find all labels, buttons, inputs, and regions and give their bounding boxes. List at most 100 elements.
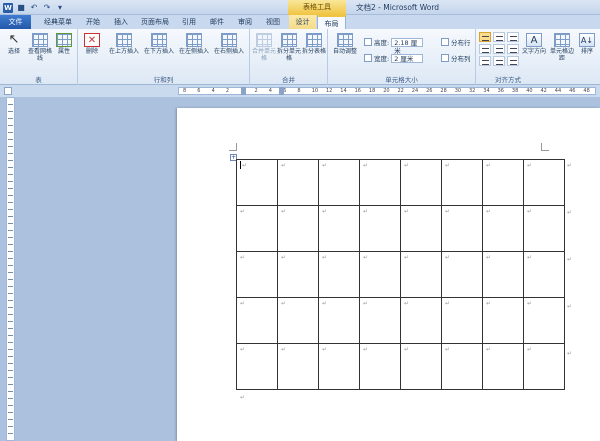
- undo-icon[interactable]: ↶: [29, 3, 39, 13]
- table-cell[interactable]: ↵: [482, 159, 524, 206]
- table-cell[interactable]: ↵: [400, 251, 442, 298]
- table-cell[interactable]: ↵: [277, 205, 319, 252]
- table-cell[interactable]: ↵: [400, 205, 442, 252]
- table-cell[interactable]: ↵: [277, 297, 319, 344]
- cell-paragraph-mark: ↵: [240, 346, 246, 353]
- table-cell[interactable]: ↵: [359, 159, 401, 206]
- table-cell[interactable]: ↵: [441, 251, 483, 298]
- save-icon[interactable]: ■: [16, 3, 26, 13]
- tab-page-layout[interactable]: 页面布局: [136, 15, 174, 29]
- align-top-right-icon[interactable]: [507, 32, 519, 42]
- table-cell[interactable]: ↵: [236, 297, 278, 344]
- text-direction-button[interactable]: A 文字方向: [520, 33, 548, 55]
- tab-classic-menu[interactable]: 经典菜单: [38, 15, 78, 29]
- table-cell[interactable]: ↵: [482, 205, 524, 252]
- table-cell[interactable]: ↵: [318, 205, 360, 252]
- align-top-center-icon[interactable]: [493, 32, 505, 42]
- ruler-tick: 22: [397, 88, 404, 94]
- table-cell[interactable]: ↵: [523, 205, 565, 252]
- properties-button[interactable]: 属性: [54, 33, 74, 55]
- table-cell[interactable]: ↵: [236, 205, 278, 252]
- table-cell[interactable]: ↵: [318, 251, 360, 298]
- table-cell[interactable]: ↵: [523, 297, 565, 344]
- height-spinner[interactable]: 2.18 厘米: [391, 37, 424, 55]
- table-cell[interactable]: ↵: [400, 159, 442, 206]
- redo-icon[interactable]: ↷: [42, 3, 52, 13]
- insert-below-button[interactable]: 在下方插入: [142, 33, 176, 55]
- table-cell[interactable]: ↵: [441, 159, 483, 206]
- insert-right-button[interactable]: 在右侧插入: [212, 33, 246, 55]
- ruler-tick: [8, 398, 13, 399]
- insert-above-button[interactable]: 在上方插入: [107, 33, 141, 55]
- align-bottom-left-icon[interactable]: [479, 56, 491, 66]
- customize-icon[interactable]: ▾: [55, 3, 65, 13]
- table-cell[interactable]: ↵: [523, 159, 565, 206]
- table-cell[interactable]: ↵: [318, 297, 360, 344]
- ruler-marker[interactable]: [241, 87, 246, 95]
- table-cell[interactable]: ↵: [400, 297, 442, 344]
- table-cell[interactable]: ↵: [359, 297, 401, 344]
- delete-button[interactable]: ✕ 删除: [82, 33, 102, 55]
- table-cell[interactable]: ↵: [359, 205, 401, 252]
- width-row: 宽度: 2 厘米: [364, 53, 424, 63]
- ruler-tick: [8, 244, 13, 245]
- insert-left-button[interactable]: 在左侧插入: [177, 33, 211, 55]
- tab-mailings[interactable]: 邮件: [204, 15, 230, 29]
- table-cell[interactable]: ↵: [523, 343, 565, 390]
- table-cell[interactable]: ↵: [482, 251, 524, 298]
- ruler-tick: [8, 195, 13, 196]
- tab-references[interactable]: 引用: [176, 15, 202, 29]
- table-cell[interactable]: ↵: [236, 343, 278, 390]
- merge-cells-button[interactable]: 合并单元格: [252, 33, 276, 62]
- group-label-merge: 合并: [282, 76, 295, 84]
- tab-design[interactable]: 设计: [289, 15, 316, 29]
- width-spinner[interactable]: 2 厘米: [391, 53, 424, 63]
- split-table-button[interactable]: 拆分表格: [302, 33, 326, 55]
- tab-review[interactable]: 审阅: [232, 15, 258, 29]
- tab-view[interactable]: 视图: [260, 15, 286, 29]
- horizontal-ruler[interactable]: 8 6 4 2 2 4 6 8 10 12 14 16 18 20 22 24 26 28 30 32 34 36 38 40…: [178, 87, 596, 95]
- table-cell[interactable]: ↵: [441, 205, 483, 252]
- table-cell[interactable]: ↵: [277, 159, 319, 206]
- document-table[interactable]: ↵ ↵ ↵ ↵ ↵ ↵ ↵ ↵ ↵ ↵ ↵ ↵ ↵ ↵ ↵ ↵ ↵ ↵ ↵ ↵ ↵ ↵ ↵ ↵ ↵ ↵ ↵ ↵ ↵ ↵ ↵ ↵ ↵ ↵ ↵ ↵ ↵ ↵ ↵ ↵: [236, 159, 565, 390]
- distribute-rows-button[interactable]: 分布行: [441, 37, 471, 47]
- table-cell[interactable]: ↵: [523, 251, 565, 298]
- table-cell[interactable]: ↵: [359, 251, 401, 298]
- table-cell[interactable]: ↵: [359, 343, 401, 390]
- split-cells-button[interactable]: 拆分单元格: [277, 33, 301, 62]
- tab-selector-icon[interactable]: [4, 87, 12, 95]
- align-bottom-center-icon[interactable]: [493, 56, 505, 66]
- table-cell[interactable]: ↵: [318, 343, 360, 390]
- distribute-cols-button[interactable]: 分布列: [441, 53, 471, 63]
- table-cell[interactable]: ↵: [318, 159, 360, 206]
- table-cell[interactable]: ↵: [482, 343, 524, 390]
- word-app-icon[interactable]: W: [3, 2, 13, 13]
- vertical-ruler[interactable]: [6, 97, 15, 441]
- split-cells-label: 拆分单元格: [277, 48, 302, 62]
- select-button[interactable]: ↖ 选择: [3, 33, 25, 56]
- cell-margins-label: 单元格边距: [549, 48, 574, 62]
- align-bottom-right-icon[interactable]: [507, 56, 519, 66]
- table-cell[interactable]: ↵: [441, 297, 483, 344]
- table-cell[interactable]: ↵: [441, 343, 483, 390]
- table-cell[interactable]: ↵: [236, 251, 278, 298]
- tab-insert[interactable]: 插入: [108, 15, 134, 29]
- view-gridlines-button[interactable]: 查看网格线: [27, 33, 53, 62]
- autofit-button[interactable]: 自动调整: [330, 33, 360, 55]
- align-middle-right-icon[interactable]: [507, 44, 519, 54]
- align-middle-left-icon[interactable]: [479, 44, 491, 54]
- table-cell[interactable]: ↵: [482, 297, 524, 344]
- align-top-left-icon[interactable]: [479, 32, 491, 42]
- ruler-marker[interactable]: [279, 87, 284, 95]
- table-cell[interactable]: ↵: [400, 343, 442, 390]
- align-middle-center-icon[interactable]: [493, 44, 505, 54]
- tab-layout[interactable]: 布局: [317, 15, 346, 29]
- table-cell[interactable]: ↵: [277, 251, 319, 298]
- cell-margins-button[interactable]: 单元格边距: [549, 33, 575, 62]
- table-cell[interactable]: ↵: [236, 159, 278, 206]
- merge-cells-label: 合并单元格: [252, 48, 277, 62]
- sort-button[interactable]: A↓ 排序: [576, 33, 598, 55]
- tab-file[interactable]: 文件: [0, 15, 31, 29]
- tab-home[interactable]: 开始: [80, 15, 106, 29]
- table-cell[interactable]: ↵: [277, 343, 319, 390]
